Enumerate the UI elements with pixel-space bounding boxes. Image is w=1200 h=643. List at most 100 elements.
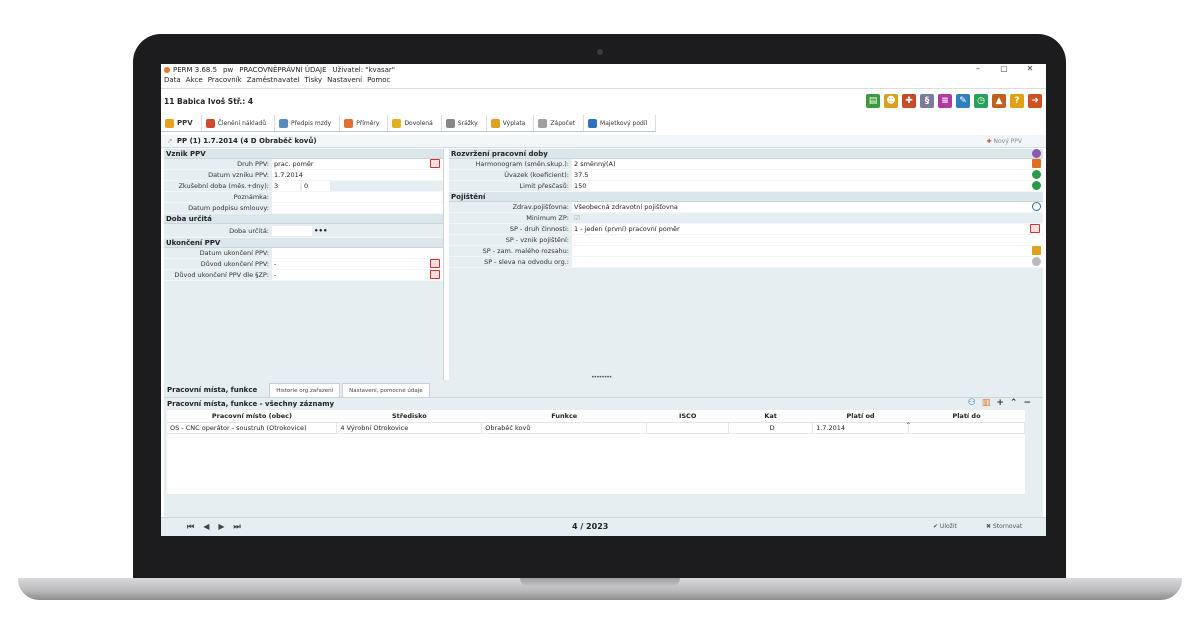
col-isco[interactable]: ISCO — [646, 410, 729, 423]
druh-field[interactable]: prac. poměr — [272, 159, 443, 169]
tab-primery[interactable]: Příměry — [340, 115, 389, 131]
poznamka-field[interactable] — [272, 192, 443, 202]
sp-sleva-field[interactable] — [572, 257, 1043, 267]
col-kat[interactable]: Kat — [728, 410, 813, 423]
clock-icon[interactable]: ◷ — [974, 94, 988, 108]
clock-icon[interactable] — [1032, 149, 1041, 158]
zkusebni-label: Zkušební doba (měs.+dny): — [178, 182, 269, 190]
tab-vyplata[interactable]: Výplata — [487, 115, 535, 131]
pick-icon[interactable] — [430, 159, 440, 168]
refresh-icon[interactable] — [1032, 170, 1041, 179]
menu-tisky[interactable]: Tisky — [304, 76, 322, 84]
discount-icon[interactable] — [1032, 257, 1041, 266]
col-plati-od[interactable]: Platí od — [812, 410, 909, 423]
umbrella-icon[interactable] — [1032, 202, 1041, 211]
sp-vznik-field[interactable] — [572, 235, 1043, 245]
tab-cleneni[interactable]: Členění nákladů — [202, 115, 276, 131]
record-navigator: ⏮ ◀ ▶ ⏭ — [187, 522, 241, 532]
uvazek-field[interactable]: 37.5 — [572, 170, 1043, 180]
duvod-field[interactable]: - — [272, 259, 443, 269]
datum-vzniku-field[interactable]: 1.7.2014 — [272, 170, 443, 180]
zkusebni-days[interactable]: 0 — [302, 181, 330, 191]
datum-ukonceni-field[interactable] — [272, 248, 443, 258]
menu-pracovnik[interactable]: Pracovník — [208, 76, 242, 84]
menu-akce[interactable]: Akce — [186, 76, 203, 84]
remove-icon[interactable]: − — [1023, 398, 1031, 408]
menu-data[interactable]: Data — [164, 76, 181, 84]
cancel-button[interactable]: ✖ Stornovat — [986, 523, 1022, 530]
tab-majetkovy[interactable]: Majetkový podíl — [584, 115, 657, 131]
minimize-button[interactable]: – — [965, 64, 991, 75]
zdrav-field[interactable]: Všeobecná zdravotní pojišťovna — [572, 202, 1043, 212]
tab-nastaveni[interactable]: Nastavení, pomocné údaje — [342, 383, 430, 397]
tab-zapocet[interactable]: Zápočet — [534, 115, 585, 131]
pick-icon[interactable] — [1030, 224, 1040, 233]
duvod-zp-field[interactable]: - — [272, 270, 443, 280]
person-icon[interactable] — [1032, 246, 1041, 255]
tab-ppv[interactable]: PPV — [161, 115, 202, 131]
list-icon[interactable]: ≡ — [938, 94, 952, 108]
datum-ukonceni-label: Datum ukončení PPV: — [199, 249, 269, 257]
tree-icon[interactable]: ⚇ — [968, 398, 976, 408]
chart-icon[interactable]: ▥ — [982, 398, 991, 408]
help-icon[interactable]: ? — [1010, 94, 1024, 108]
tab-predpis[interactable]: Předpis mzdy — [275, 115, 341, 131]
sp-druh-value: 1 - jeden (první) pracovní poměr — [574, 225, 680, 233]
chevron-up-icon[interactable]: ⌃ — [1010, 398, 1018, 408]
menu-nastaveni[interactable]: Nastavení — [327, 76, 362, 84]
menu-bar: Data Akce Pracovník Zaměstnavatel Tisky … — [161, 75, 390, 85]
payout-icon — [490, 118, 500, 128]
paragraph-icon[interactable]: § — [920, 94, 934, 108]
badge-icon[interactable]: ✚ — [902, 94, 916, 108]
tab-historie[interactable]: Historie org.zařazení — [269, 383, 341, 397]
tab-label: Majetkový podíl — [600, 119, 648, 127]
pick-icon[interactable] — [430, 259, 440, 268]
zdrav-value: Všeobecná zdravotní pojišťovna — [574, 203, 678, 211]
podpis-field[interactable] — [272, 203, 443, 213]
zkusebni-months[interactable]: 3 — [272, 181, 300, 191]
tab-srazky[interactable]: Srážky — [442, 115, 487, 131]
col-pracovni-misto[interactable]: Pracovní místo (obec) — [167, 410, 337, 423]
menu-pomoc[interactable]: Pomoc — [367, 76, 390, 84]
sp-sleva-label: SP - sleva na odvodu org.: — [484, 258, 569, 266]
exit-icon[interactable]: ➜ — [1028, 94, 1042, 108]
contract-bar[interactable]: ➚ PP (1) 1.7.2014 (4 D Obraběč kovů) — [161, 135, 1046, 148]
new-ppv-button[interactable]: ✚ Nový PPV — [987, 138, 1022, 145]
calendar-icon[interactable] — [1032, 159, 1041, 168]
sort-chevron-icon[interactable]: ⌃ — [905, 421, 912, 430]
bag-icon[interactable]: ▲ — [992, 94, 1006, 108]
menu-zamestnavatel[interactable]: Zaměstnavatel — [247, 76, 300, 84]
cell-pracovni-misto: OS - CNC operátor - soustruh (Otrokovice… — [167, 422, 338, 434]
prev-record-button[interactable]: ◀ — [203, 522, 209, 532]
minimum-zp-checkbox[interactable]: ☑ — [572, 214, 1043, 222]
cell-isco — [646, 422, 730, 434]
col-plati-do[interactable]: Platí do — [908, 410, 1025, 423]
limit-field[interactable]: 150 — [572, 181, 1043, 191]
col-funkce[interactable]: Funkce — [481, 410, 647, 423]
col-stredisko[interactable]: Středisko — [336, 410, 482, 423]
next-record-button[interactable]: ▶ — [218, 522, 224, 532]
edit-icon[interactable]: ✎ — [956, 94, 970, 108]
sp-druh-field[interactable]: 1 - jeden (první) pracovní poměr — [572, 224, 1043, 234]
maximize-button[interactable]: ▢ — [991, 64, 1017, 75]
tab-dovolena[interactable]: Dovolená — [388, 115, 442, 131]
last-record-button[interactable]: ⏭ — [234, 522, 241, 532]
pick-icon[interactable] — [430, 270, 440, 279]
doba-more-button[interactable]: ••• — [314, 227, 327, 235]
card-icon[interactable]: ▤ — [866, 94, 880, 108]
first-record-button[interactable]: ⏮ — [187, 522, 194, 532]
close-button[interactable]: ✕ — [1017, 64, 1043, 75]
druh-value: prac. poměr — [274, 160, 314, 168]
users-icon[interactable]: ☻ — [884, 94, 898, 108]
table-row[interactable]: OS - CNC operátor - soustruh (Otrokovice… — [167, 422, 1025, 434]
sp-maly-field[interactable] — [572, 246, 1043, 256]
refresh-icon[interactable] — [1032, 181, 1041, 190]
doba-field[interactable] — [272, 225, 312, 236]
add-icon[interactable]: + — [996, 398, 1004, 408]
app-window: PERM 3.68.5 pw PRACOVNĚPRÁVNÍ ÚDAJE Uživ… — [161, 64, 1046, 536]
limit-label: Limit přesčasů: — [519, 182, 569, 190]
save-button[interactable]: ✔ Uložit — [933, 523, 957, 530]
toolbar: ▤ ☻ ✚ § ≡ ✎ ◷ ▲ ? ➜ — [866, 94, 1042, 108]
harmonogram-field[interactable]: 2 směnný(A) — [572, 159, 1043, 169]
camera-dot — [597, 49, 603, 55]
